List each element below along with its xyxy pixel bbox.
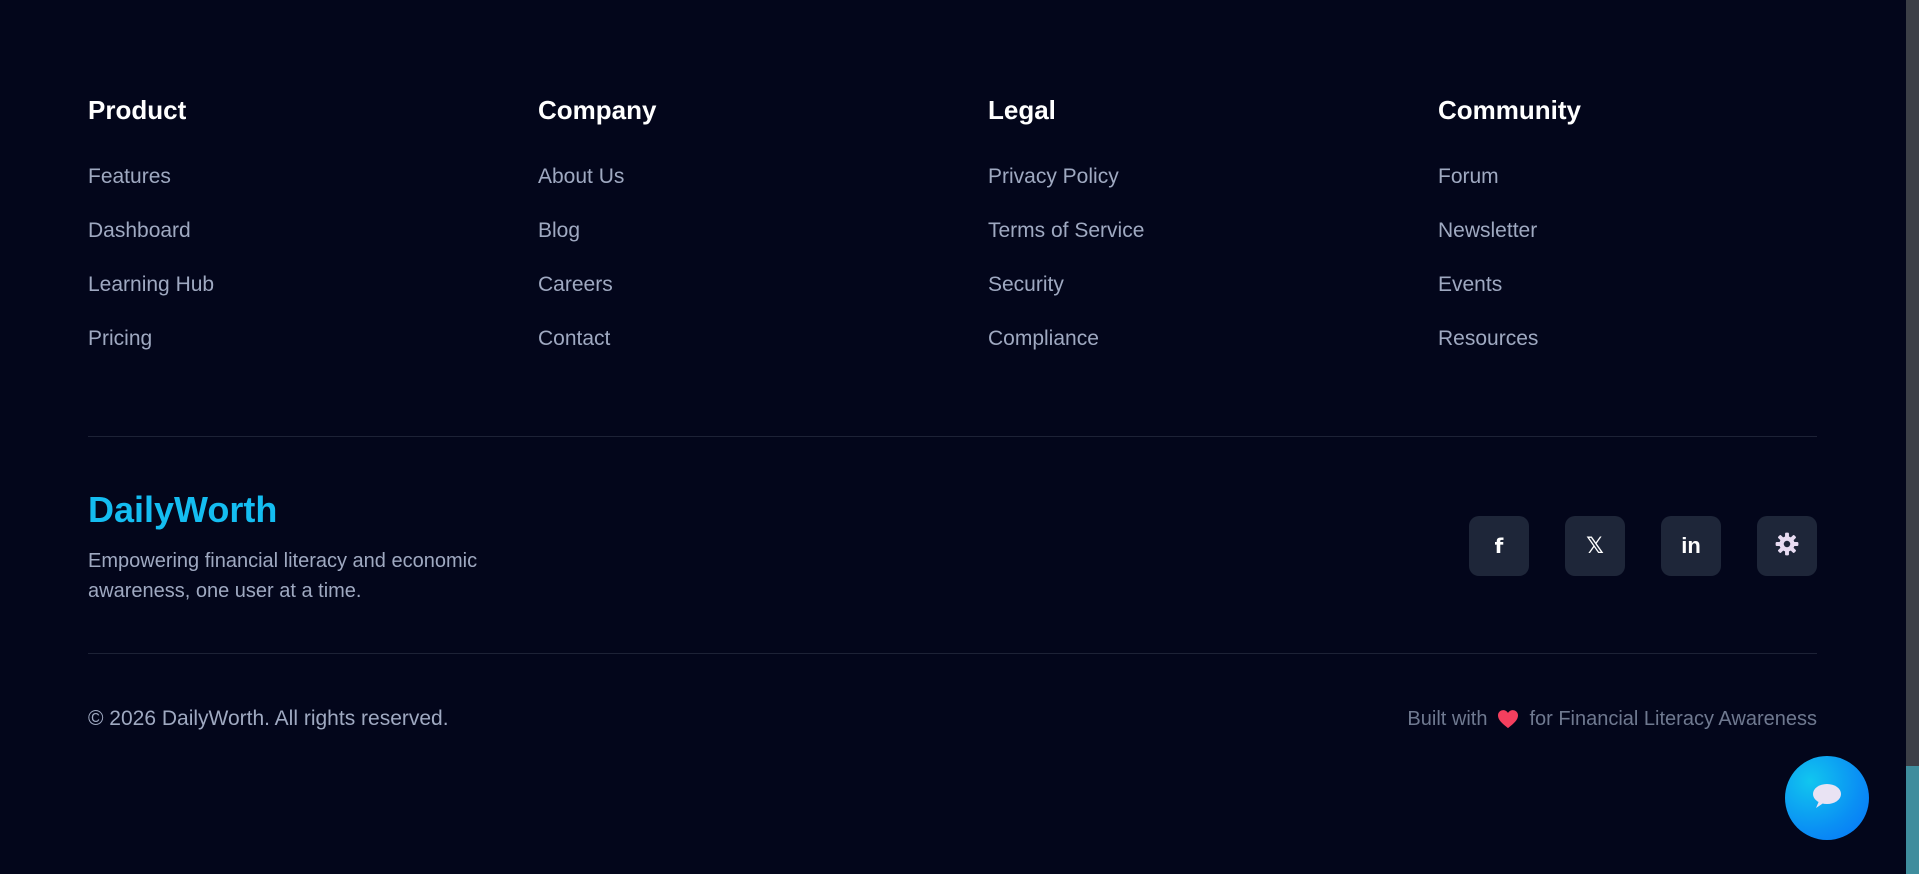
column-links-company: About Us Blog Careers Contact <box>538 164 938 380</box>
column-title-legal: Legal <box>988 95 1056 125</box>
built-with-prefix: Built with <box>1407 708 1488 730</box>
x-twitter-icon: 𝕏 <box>1586 533 1604 558</box>
footer-column-community: Community Forum Newsletter Events Resour… <box>1438 94 1838 380</box>
gear-icon <box>1774 531 1800 562</box>
link-pricing[interactable]: Pricing <box>88 326 152 352</box>
copyright-text: © 2026 DailyWorth. All rights reserved. <box>88 707 449 730</box>
column-links-product: Features Dashboard Learning Hub Pricing <box>88 164 488 380</box>
chat-bubble-icon <box>1810 781 1844 816</box>
footer-columns: Product Features Dashboard Learning Hub … <box>0 0 1900 436</box>
link-features[interactable]: Features <box>88 164 171 190</box>
linkedin-button[interactable]: in <box>1661 516 1721 576</box>
footer-page: Product Features Dashboard Learning Hub … <box>0 0 1919 874</box>
link-blog[interactable]: Blog <box>538 218 580 244</box>
facebook-icon: f <box>1494 534 1504 558</box>
link-resources[interactable]: Resources <box>1438 326 1538 352</box>
chat-button[interactable] <box>1785 756 1869 840</box>
footer-column-company: Company About Us Blog Careers Contact <box>538 94 938 380</box>
link-dashboard[interactable]: Dashboard <box>88 218 191 244</box>
footer-divider-top <box>88 436 1817 437</box>
link-about-us[interactable]: About Us <box>538 164 624 190</box>
link-contact[interactable]: Contact <box>538 326 610 352</box>
gear-button[interactable] <box>1757 516 1817 576</box>
page-scrollbar[interactable] <box>1906 0 1919 874</box>
link-newsletter[interactable]: Newsletter <box>1438 218 1537 244</box>
link-security[interactable]: Security <box>988 272 1064 298</box>
column-title-product: Product <box>88 95 187 125</box>
link-events[interactable]: Events <box>1438 272 1502 298</box>
link-terms-of-service[interactable]: Terms of Service <box>988 218 1144 244</box>
x-twitter-button[interactable]: 𝕏 <box>1565 516 1625 576</box>
footer-column-legal: Legal Privacy Policy Terms of Service Se… <box>988 94 1388 380</box>
link-privacy-policy[interactable]: Privacy Policy <box>988 164 1119 190</box>
footer-column-product: Product Features Dashboard Learning Hub … <box>88 94 488 380</box>
link-learning-hub[interactable]: Learning Hub <box>88 272 214 298</box>
column-links-legal: Privacy Policy Terms of Service Security… <box>988 164 1388 380</box>
link-forum[interactable]: Forum <box>1438 164 1499 190</box>
column-title-company: Company <box>538 95 657 125</box>
heart-icon <box>1497 709 1519 729</box>
column-links-community: Forum Newsletter Events Resources <box>1438 164 1838 380</box>
link-compliance[interactable]: Compliance <box>988 326 1099 352</box>
built-with-text: Built with for Financial Literacy Awaren… <box>1407 706 1817 732</box>
facebook-button[interactable]: f <box>1469 516 1529 576</box>
brand-tagline: Empowering financial literacy and econom… <box>88 550 478 602</box>
column-title-community: Community <box>1438 95 1581 125</box>
built-with-suffix: for Financial Literacy Awareness <box>1529 708 1817 730</box>
linkedin-icon: in <box>1681 533 1701 558</box>
link-careers[interactable]: Careers <box>538 272 613 298</box>
footer-divider-bottom <box>88 653 1817 654</box>
scrollbar-thumb[interactable] <box>1906 766 1919 874</box>
brand-logo[interactable]: DailyWorth <box>88 488 277 532</box>
